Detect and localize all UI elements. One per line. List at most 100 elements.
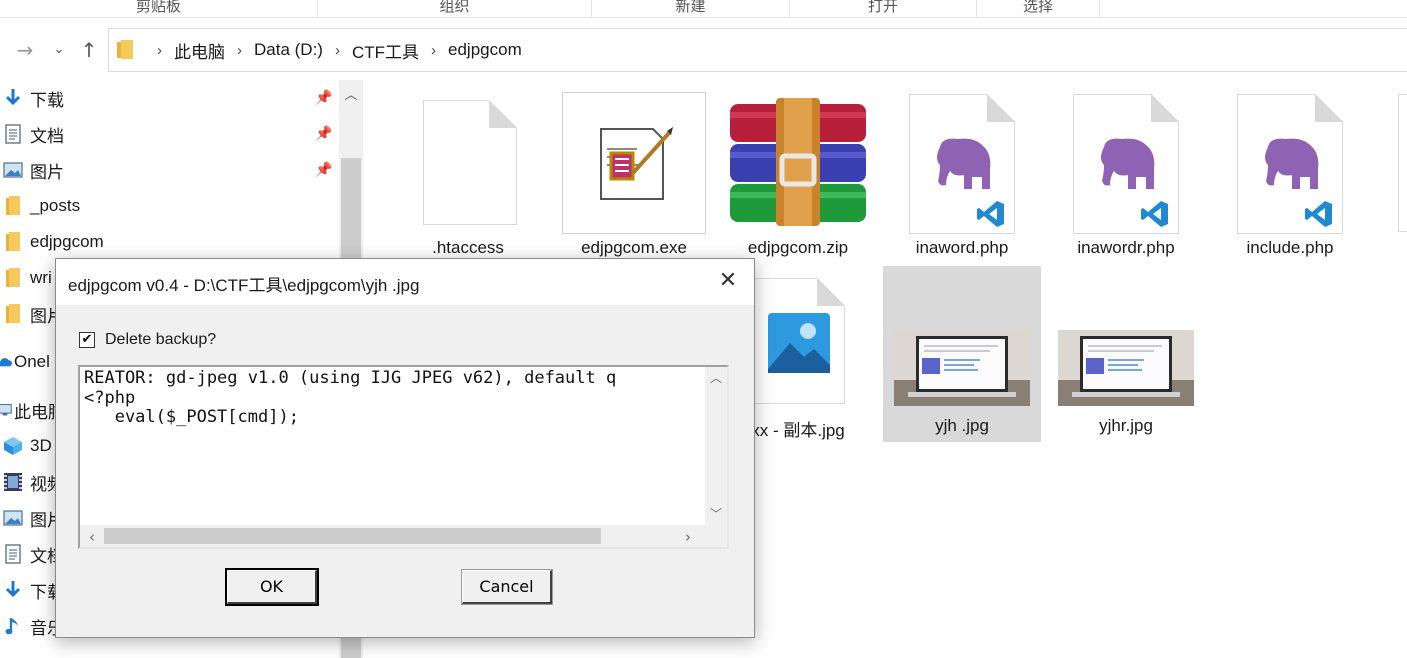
comment-text: REATOR: gd-jpeg v1.0 (using IJG JPEG v62… xyxy=(84,369,617,427)
recent-locations-button[interactable]: ⌄ xyxy=(46,36,72,64)
ribbon-group-open: 打开 xyxy=(790,0,977,17)
nav-item-label: Onel xyxy=(14,352,50,371)
folder-icon xyxy=(2,303,24,325)
file-name: inawordr.php xyxy=(1077,238,1175,257)
3d-objects-icon xyxy=(2,435,24,457)
nav-item-3d-objects[interactable]: 3D xyxy=(0,431,52,461)
breadcrumb: › 此电脑 › Data (D:) › CTF工具 › edjpgcom xyxy=(145,29,522,71)
dialog-title: edjpgcom v0.4 - D:\CTF工具\edjpgcom\yjh .j… xyxy=(68,276,420,295)
ribbon-group-label: 剪贴板 xyxy=(135,0,181,15)
cancel-button[interactable]: Cancel xyxy=(461,569,553,605)
php-elephant-icon xyxy=(937,138,991,189)
chevron-left-icon[interactable]: ‹ xyxy=(82,528,102,546)
breadcrumb-this-pc[interactable]: 此电脑 xyxy=(174,38,225,63)
ribbon-group-label: 新建 xyxy=(675,0,706,15)
checkmark-icon: ✔ xyxy=(81,332,93,347)
vscode-icon xyxy=(1141,201,1168,227)
php-file-icon xyxy=(1073,94,1179,234)
breadcrumb-data-drive[interactable]: Data (D:) xyxy=(254,40,323,60)
breadcrumb-ctf-tools[interactable]: CTF工具 xyxy=(352,38,419,63)
file-item-inawordr-php[interactable]: inawordr.php xyxy=(1046,92,1206,262)
delete-backup-checkbox[interactable]: ✔ xyxy=(79,332,95,348)
file-name: edjpgcom.exe xyxy=(581,238,687,257)
image-thumbnail-icon xyxy=(894,330,1030,406)
ok-button[interactable]: OK xyxy=(225,568,319,606)
document-icon xyxy=(2,123,24,145)
nav-item-label: wri xyxy=(30,268,52,287)
forward-button[interactable]: → xyxy=(12,36,38,64)
textarea-horizontal-scrollbar[interactable]: ‹ › xyxy=(80,525,727,547)
address-bar[interactable]: › 此电脑 › Data (D:) › CTF工具 › edjpgcom xyxy=(108,28,1407,72)
ribbon-group-label: 打开 xyxy=(867,0,898,15)
folder-icon xyxy=(2,267,24,289)
chevron-down-icon[interactable]: ﹀ xyxy=(706,505,726,522)
chevron-right-icon: › xyxy=(237,41,242,59)
nav-item-wri[interactable]: wri xyxy=(0,263,52,293)
chevron-down-icon: ⌄ xyxy=(53,42,65,57)
photo-image-icon xyxy=(768,313,830,373)
chevron-right-icon[interactable]: › xyxy=(678,528,698,546)
php-file-icon xyxy=(909,94,1015,234)
file-name: edjpgcom.zip xyxy=(747,238,849,257)
close-button[interactable]: ✕ xyxy=(716,269,740,293)
file-item-yjhr-jpg[interactable]: yjhr.jpg xyxy=(1046,268,1206,442)
cloud-icon xyxy=(0,351,12,373)
photo-file-icon xyxy=(745,278,845,404)
file-name: .htaccess xyxy=(432,238,504,257)
music-icon xyxy=(2,615,24,637)
nav-item-label: 图片 xyxy=(30,162,64,182)
file-item-inaword-php[interactable]: inaword.php xyxy=(882,92,1042,262)
file-item-include-php[interactable]: include.php xyxy=(1210,92,1370,262)
file-item-edjpgcom-exe[interactable]: edjpgcom.exe xyxy=(554,92,714,262)
pin-icon[interactable]: 📌 xyxy=(315,126,333,144)
dialog-titlebar[interactable]: edjpgcom v0.4 - D:\CTF工具\edjpgcom\yjh .j… xyxy=(56,259,754,305)
php-file-icon xyxy=(1237,94,1343,234)
pin-icon[interactable]: 📌 xyxy=(315,90,333,108)
file-item-yjh-jpg[interactable]: yjh .jpg xyxy=(882,268,1042,442)
ribbon-group-label: 组织 xyxy=(439,0,470,15)
file-name: include.php xyxy=(1246,238,1334,257)
scrollbar-thumb[interactable] xyxy=(104,528,601,544)
file-name: yjh .jpg xyxy=(935,416,989,435)
ribbon-group-labels: 剪贴板 组织 新建 打开 选择 xyxy=(0,0,1407,18)
video-icon xyxy=(2,471,24,493)
pictures-icon xyxy=(2,507,24,529)
computer-icon xyxy=(0,399,12,421)
arrow-right-icon: → xyxy=(16,38,34,62)
ribbon-group-select: 选择 xyxy=(977,0,1100,17)
file-item-htaccess[interactable]: .htaccess xyxy=(388,92,548,262)
exe-app-icon xyxy=(562,92,706,234)
arrow-up-icon: ↑ xyxy=(80,38,98,62)
delete-backup-label: Delete backup? xyxy=(105,331,217,348)
nav-item-onedrive[interactable]: Onel xyxy=(0,347,50,377)
breadcrumb-edjpgcom[interactable]: edjpgcom xyxy=(448,40,522,60)
chevron-up-icon[interactable]: ︿ xyxy=(706,369,726,386)
winrar-archive-icon xyxy=(730,98,866,226)
file-item-partial[interactable] xyxy=(1398,94,1407,232)
pin-icon[interactable]: 📌 xyxy=(315,162,333,180)
file-name: inaword.php xyxy=(915,238,1009,257)
nav-item-posts[interactable]: _posts xyxy=(0,191,80,221)
nav-item-downloads[interactable]: 下载 xyxy=(0,83,64,113)
chevron-right-icon: › xyxy=(431,41,437,59)
ribbon-group-new: 新建 xyxy=(592,0,790,17)
folder-icon xyxy=(2,195,24,217)
comment-textarea[interactable]: REATOR: gd-jpeg v1.0 (using IJG JPEG v62… xyxy=(78,365,729,549)
blank-file-icon xyxy=(423,100,517,225)
textarea-vertical-scrollbar[interactable]: ︿ ﹀ xyxy=(705,367,727,529)
folder-icon xyxy=(2,231,24,253)
file-item-edjpgcom-zip[interactable]: edjpgcom.zip xyxy=(718,92,878,262)
nav-item-pictures[interactable]: 图片 xyxy=(0,155,64,185)
ribbon-group-organize: 组织 xyxy=(318,0,592,17)
php-elephant-icon xyxy=(1265,138,1319,189)
ribbon-group-label: 选择 xyxy=(1022,0,1053,15)
nav-item-edjpgcom[interactable]: edjpgcom xyxy=(0,227,104,257)
chevron-right-icon: › xyxy=(157,41,162,59)
chevron-up-icon[interactable]: ︿ xyxy=(339,84,363,106)
download-arrow-icon xyxy=(2,579,24,601)
up-button[interactable]: ↑ xyxy=(76,36,102,64)
nav-item-documents[interactable]: 文档 xyxy=(0,119,64,149)
nav-item-label: edjpgcom xyxy=(30,232,104,251)
edjpgcom-dialog: edjpgcom v0.4 - D:\CTF工具\edjpgcom\yjh .j… xyxy=(55,258,755,638)
vscode-icon xyxy=(977,201,1004,227)
